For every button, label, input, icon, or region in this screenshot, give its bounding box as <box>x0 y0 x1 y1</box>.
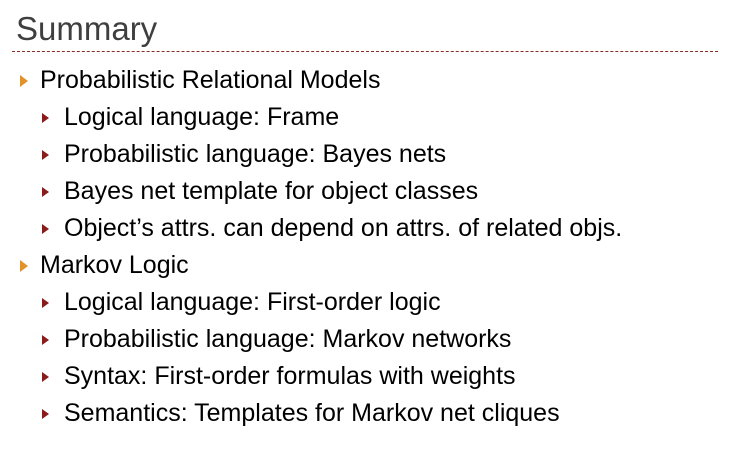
sub-bullet-text: Semantics: Templates for Markov net cliq… <box>64 399 560 427</box>
sub-bullet-item: Logical language: Frame <box>0 99 734 136</box>
sub-bullet-text: Probabilistic language: Bayes nets <box>64 140 447 168</box>
sub-bullet-text: Bayes net template for object classes <box>64 177 479 205</box>
bullet-item: Markov Logic <box>0 247 734 284</box>
bullet-list: Probabilistic Relational Models Logical … <box>0 62 734 432</box>
sub-bullet-item: Bayes net template for object classes <box>0 173 734 210</box>
triangle-bullet-icon <box>42 113 49 123</box>
title-divider <box>12 51 718 52</box>
slide-title: Summary <box>16 10 158 47</box>
sub-bullet-text: Logical language: Frame <box>64 103 340 131</box>
triangle-bullet-icon <box>42 298 49 308</box>
sub-bullet-item: Probabilistic language: Bayes nets <box>0 136 734 173</box>
triangle-bullet-icon <box>20 75 28 87</box>
bullet-text: Markov Logic <box>40 251 189 279</box>
sub-bullet-item: Logical language: First-order logic <box>0 284 734 321</box>
sub-bullet-item: Probabilistic language: Markov networks <box>0 321 734 358</box>
triangle-bullet-icon <box>42 335 49 345</box>
sub-bullet-item: Semantics: Templates for Markov net cliq… <box>0 395 734 432</box>
sub-bullet-text: Object’s attrs. can depend on attrs. of … <box>64 214 623 242</box>
sub-bullet-item: Syntax: First-order formulas with weight… <box>0 358 734 395</box>
triangle-bullet-icon <box>42 187 49 197</box>
bullet-text: Probabilistic Relational Models <box>40 66 381 94</box>
triangle-bullet-icon <box>42 224 49 234</box>
bullet-item: Probabilistic Relational Models <box>0 62 734 99</box>
triangle-bullet-icon <box>42 150 49 160</box>
triangle-bullet-icon <box>42 372 49 382</box>
sub-bullet-text: Syntax: First-order formulas with weight… <box>64 362 516 390</box>
triangle-bullet-icon <box>20 260 28 272</box>
sub-bullet-text: Probabilistic language: Markov networks <box>64 325 512 353</box>
sub-bullet-item: Object’s attrs. can depend on attrs. of … <box>0 210 734 247</box>
sub-bullet-text: Logical language: First-order logic <box>64 288 441 316</box>
triangle-bullet-icon <box>42 409 49 419</box>
